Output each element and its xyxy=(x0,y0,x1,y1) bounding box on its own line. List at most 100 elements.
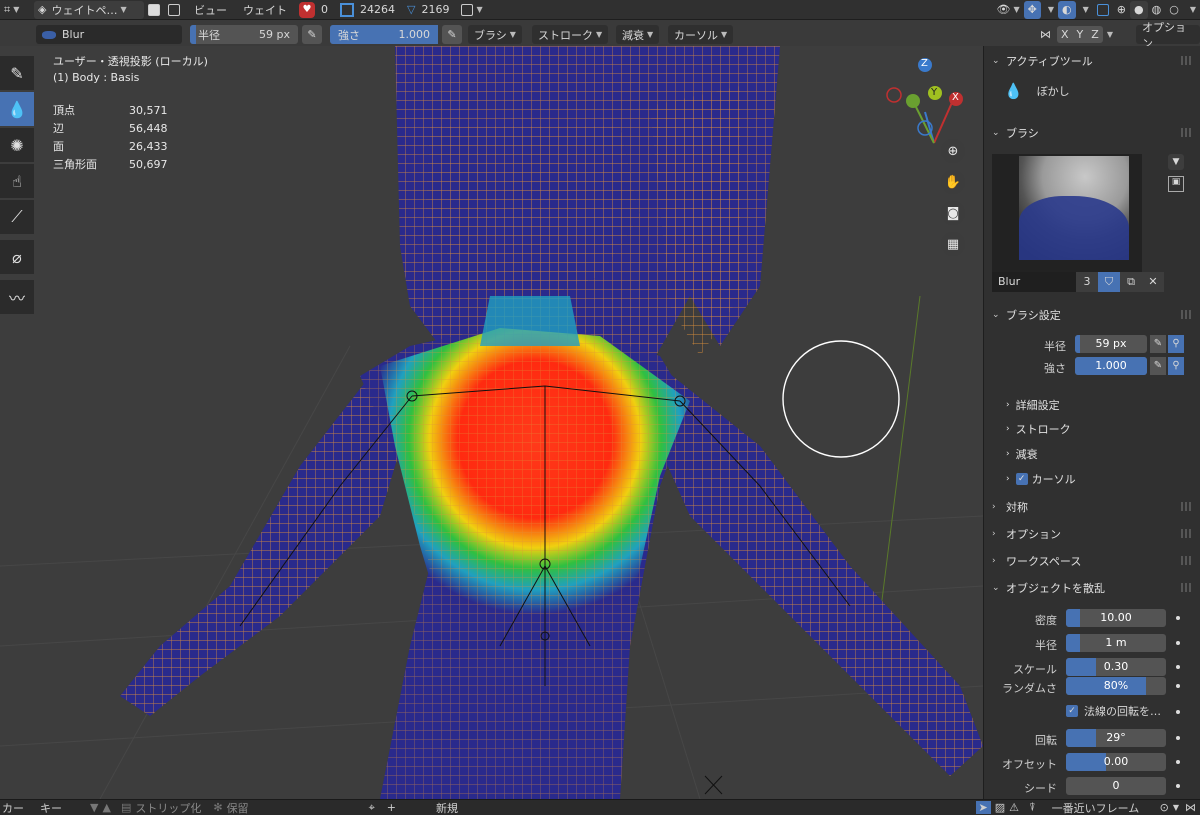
nearest-frame-dropdown[interactable]: 一番近いフレーム xyxy=(1052,800,1152,815)
drag-grip-icon[interactable] xyxy=(1181,128,1193,137)
gizmo-z-label[interactable]: Z xyxy=(921,58,928,69)
axis-z-toggle[interactable]: Z xyxy=(1087,26,1103,43)
density-slider[interactable]: 10.00 xyxy=(1066,609,1166,627)
section-brush-settings[interactable]: ⌄ ブラシ設定 xyxy=(984,304,1200,326)
scatter-radius-slider[interactable]: 1 m xyxy=(1066,634,1166,652)
duplicate-icon[interactable]: ⧉ xyxy=(1120,272,1142,292)
menu-view[interactable]: ビュー xyxy=(190,1,231,19)
shading-rendered[interactable]: ○ xyxy=(1165,1,1183,19)
smear-tool-icon[interactable]: ☝ xyxy=(0,164,34,198)
active-tool-row[interactable]: 💧 ぼかし xyxy=(1004,82,1070,100)
checkbox-icon[interactable]: ✓ xyxy=(1015,473,1028,485)
strength-slider[interactable]: 強さ 1.000 xyxy=(330,25,438,44)
seed-field[interactable]: 0 xyxy=(1066,777,1166,795)
zoom-icon[interactable]: ⊕ xyxy=(941,139,965,163)
new-button[interactable]: 新規 xyxy=(436,800,458,815)
keep-button[interactable]: 保留 xyxy=(227,800,249,815)
select-cursor-icon[interactable]: ➤ xyxy=(975,801,991,814)
cursor-menu[interactable]: カーソル ▼ xyxy=(668,25,734,44)
radius-pressure-button[interactable]: ✎ xyxy=(302,25,322,44)
checkbox-icon[interactable]: ✓ xyxy=(1066,705,1078,717)
footer-menu-key[interactable]: キー xyxy=(40,800,62,815)
subsection-stroke[interactable]: › ストローク xyxy=(1006,419,1071,439)
section-symmetry[interactable]: › 対称 xyxy=(984,496,1200,518)
section-brush[interactable]: ⌄ ブラシ xyxy=(984,122,1200,144)
menu-weight[interactable]: ウェイト xyxy=(239,1,291,19)
keyframe-dot-icon[interactable] xyxy=(1176,616,1180,620)
chevron-down-icon[interactable]: ▼ xyxy=(1168,154,1184,170)
keyframe-dot-icon[interactable] xyxy=(1176,760,1180,764)
draw-tool-icon[interactable]: ✎ xyxy=(0,56,34,90)
keyframe-dot-icon[interactable] xyxy=(1176,736,1180,740)
drag-grip-icon[interactable] xyxy=(1181,502,1193,511)
drag-grip-icon[interactable] xyxy=(1181,556,1193,565)
average-tool-icon[interactable]: ✺ xyxy=(0,128,34,162)
vertex-mask-button[interactable] xyxy=(164,1,184,19)
axis-x-toggle[interactable]: X xyxy=(1057,26,1073,43)
strength-slider[interactable]: 1.000 xyxy=(1075,357,1147,375)
falloff-menu[interactable]: 減衰 ▼ xyxy=(616,25,660,44)
shading-dropdown[interactable]: ▼ xyxy=(1183,1,1200,19)
arrow-down-icon[interactable]: ▼ xyxy=(90,801,98,814)
gizmo-dropdown[interactable]: ▼ xyxy=(1041,1,1058,19)
drag-grip-icon[interactable] xyxy=(1181,56,1193,65)
sample-weight-icon[interactable]: ⌀ xyxy=(0,240,34,274)
gizmo-x-label[interactable]: X xyxy=(952,92,959,103)
section-workspace[interactable]: › ワークスペース xyxy=(984,550,1200,572)
image-icon[interactable]: ▣ xyxy=(1168,176,1184,192)
chevron-down-icon[interactable]: ▼ xyxy=(1107,30,1113,39)
camera-icon[interactable]: ◙ xyxy=(941,201,965,225)
shading-solid[interactable]: ● xyxy=(1130,0,1148,19)
radius-slider[interactable]: 59 px xyxy=(1075,335,1147,353)
pen-pressure-icon[interactable]: ✎ xyxy=(1150,335,1166,353)
blur-tool-icon[interactable]: 💧 xyxy=(0,92,34,126)
offset-slider[interactable]: 0.00 xyxy=(1066,753,1166,771)
footer-menu-left[interactable]: カー xyxy=(2,800,24,815)
shading-wireframe[interactable]: ⊕ xyxy=(1113,1,1130,19)
editor-type-button[interactable]: ⌗ ▼ xyxy=(0,1,34,19)
grid-perspective-icon[interactable]: ▦ xyxy=(941,232,965,256)
radius-slider[interactable]: 半径 59 px xyxy=(190,25,298,44)
box-select-icon[interactable]: ▨ xyxy=(995,801,1005,814)
keyframe-dot-icon[interactable] xyxy=(1176,684,1180,688)
rotation-slider[interactable]: 29° xyxy=(1066,729,1166,747)
drag-grip-icon[interactable] xyxy=(1181,529,1193,538)
strength-pressure-button[interactable]: ✎ xyxy=(442,25,462,44)
brush-preview[interactable] xyxy=(992,154,1142,278)
chevron-down-icon[interactable]: ▼ xyxy=(1173,803,1179,812)
overlay-toggle[interactable]: ◐ xyxy=(1058,0,1076,19)
gizmo-y-label[interactable]: Y xyxy=(931,87,937,98)
warning-icon[interactable]: ⚠ xyxy=(1009,801,1019,814)
unified-settings-icon[interactable]: ⚲ xyxy=(1168,357,1184,375)
drag-grip-icon[interactable] xyxy=(1181,310,1193,319)
xray-toggle[interactable] xyxy=(1093,1,1113,19)
keyframe-dot-icon[interactable] xyxy=(1176,784,1180,788)
subsection-advanced[interactable]: › 詳細設定 xyxy=(1006,395,1060,415)
brush-selector[interactable]: Blur xyxy=(36,25,182,44)
unified-settings-icon[interactable]: ⚲ xyxy=(1168,335,1184,353)
brush-user-count[interactable]: 3 xyxy=(1076,272,1098,292)
brush-datablock[interactable]: Blur 3 ⛉ ⧉ ✕ xyxy=(992,272,1166,292)
stroke-menu[interactable]: ストローク ▼ xyxy=(532,25,609,44)
3d-viewport[interactable]: ユーザー・透視投影 (ローカル) (1) Body : Basis 頂点 30,5… xyxy=(0,46,983,799)
options-menu[interactable]: オプション xyxy=(1136,21,1200,50)
brush-menu[interactable]: ブラシ ▼ xyxy=(468,25,522,44)
keyframe-dot-icon[interactable] xyxy=(1176,710,1180,714)
brush-datablock-name[interactable]: Blur xyxy=(992,272,1076,292)
gizmo-toggle[interactable]: ✥ xyxy=(1023,0,1041,19)
mode-dropdown[interactable]: ◈ ウェイトペ… ▼ xyxy=(34,0,144,19)
strip-button[interactable]: ストリップ化 xyxy=(135,800,201,815)
keyframe-dot-icon[interactable] xyxy=(1176,665,1180,669)
overlay-dropdown[interactable]: ▼ xyxy=(1076,1,1093,19)
keyframe-dot-icon[interactable] xyxy=(1176,641,1180,645)
shading-material[interactable]: ◍ xyxy=(1148,1,1166,19)
hand-pan-icon[interactable]: ✋ xyxy=(941,170,965,194)
visibility-dropdown[interactable]: 👁 ▼ xyxy=(993,1,1024,19)
drag-grip-icon[interactable] xyxy=(1181,583,1193,592)
fake-user-shield-icon[interactable]: ⛉ xyxy=(1098,272,1120,292)
keying-set-icon[interactable]: ⌖ xyxy=(369,801,375,815)
axis-y-toggle[interactable]: Y xyxy=(1072,26,1088,43)
annotate-tool-icon[interactable]: 〰 xyxy=(0,280,34,314)
pen-pressure-icon[interactable]: ✎ xyxy=(1150,357,1166,375)
add-icon[interactable]: + xyxy=(387,801,396,814)
